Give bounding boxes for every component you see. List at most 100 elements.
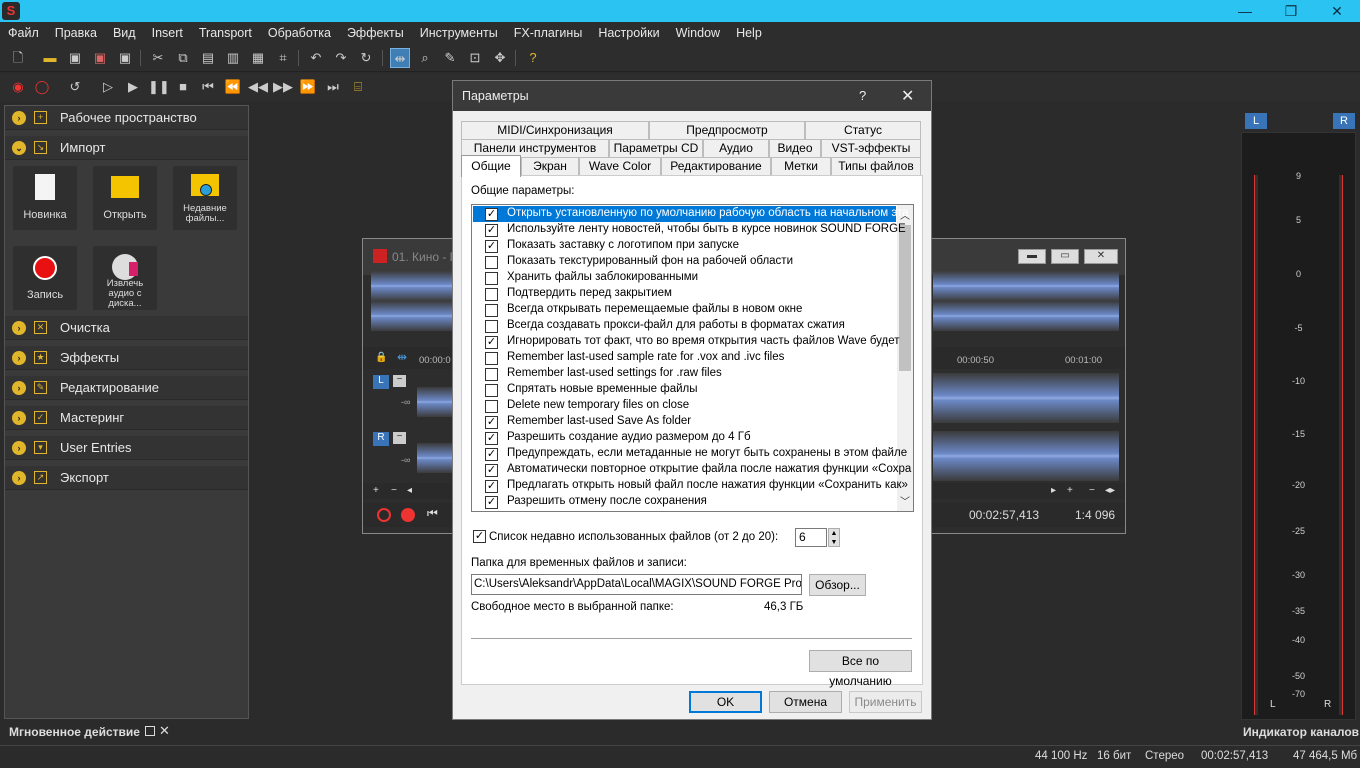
temp-folder-input[interactable]: C:\Users\Aleksandr\AppData\Local\MAGIX\S…: [471, 574, 802, 595]
zoom-in-icon[interactable]: +: [373, 485, 379, 496]
cancel-button[interactable]: Отмена: [769, 691, 842, 713]
instant-action-tab[interactable]: Мгновенное действие ✕: [0, 722, 252, 742]
lock-icon[interactable]: 🔒: [375, 352, 387, 363]
option-checkbox[interactable]: [485, 400, 498, 413]
record-icon[interactable]: ◯: [32, 77, 52, 97]
rewind-icon[interactable]: ◀◀: [248, 77, 268, 97]
cut-icon[interactable]: ✂: [148, 48, 168, 68]
ok-button[interactable]: OK: [689, 691, 762, 713]
option-checkbox[interactable]: [485, 320, 498, 333]
recent-files-count-input[interactable]: 6: [795, 528, 827, 547]
close-icon[interactable]: ✕: [159, 723, 170, 739]
stop-icon[interactable]: ■: [173, 77, 193, 97]
option-checkbox[interactable]: ✓: [485, 224, 498, 237]
scroll-left-icon[interactable]: ◂: [407, 485, 412, 496]
metronome-icon[interactable]: ⌸: [348, 77, 368, 97]
tile-open[interactable]: Открыть: [93, 166, 157, 230]
option-checkbox[interactable]: ✓: [485, 208, 498, 221]
channel-mode[interactable]: Стерео: [1145, 750, 1184, 762]
sample-rate[interactable]: 44 100 Hz: [1035, 750, 1087, 762]
copy-icon[interactable]: ⧉: [173, 48, 193, 68]
menu-help[interactable]: Help: [728, 22, 770, 44]
tab-display[interactable]: Экран: [521, 157, 579, 175]
go-to-end-icon[interactable]: ⏭: [323, 77, 343, 97]
menu-view[interactable]: Вид: [105, 22, 144, 44]
new-file-icon[interactable]: 🗋: [8, 48, 28, 68]
zoom-in-icon[interactable]: +: [1067, 485, 1073, 496]
previous-icon[interactable]: ⏪: [223, 77, 243, 97]
event-tool-icon[interactable]: ✥: [490, 48, 510, 68]
section-editing[interactable]: › ✎ Редактирование: [5, 376, 248, 400]
loop-icon[interactable]: ↺: [65, 77, 85, 97]
minimize-button[interactable]: ▬: [1018, 249, 1046, 264]
option-checkbox[interactable]: ✓: [485, 336, 498, 349]
menu-transport[interactable]: Transport: [191, 22, 260, 44]
option-checkbox[interactable]: ✓: [485, 240, 498, 253]
tile-new[interactable]: Новинка: [13, 166, 77, 230]
apply-button[interactable]: Применить: [849, 691, 922, 713]
tab-preview[interactable]: Предпросмотр: [649, 121, 805, 139]
mix-icon[interactable]: ▥: [223, 48, 243, 68]
channel-r-badge[interactable]: R: [373, 432, 389, 446]
whats-this-icon[interactable]: ?: [523, 48, 543, 68]
play-all-icon[interactable]: ▷: [98, 77, 118, 97]
next-icon[interactable]: ⏩: [298, 77, 318, 97]
option-checkbox[interactable]: [485, 272, 498, 285]
float-icon[interactable]: [145, 726, 155, 736]
waveform-right[interactable]: [417, 443, 453, 473]
option-checkbox[interactable]: [485, 352, 498, 365]
save-all-icon[interactable]: ▣: [115, 48, 135, 68]
minimize-button[interactable]: —: [1222, 0, 1268, 22]
minus-icon[interactable]: −: [393, 375, 406, 387]
section-effects[interactable]: › ★ Эффекты: [5, 346, 248, 370]
option-checkbox[interactable]: ✓: [485, 448, 498, 461]
go-to-start-icon[interactable]: ⏮: [198, 77, 218, 97]
bit-depth[interactable]: 16 бит: [1097, 750, 1131, 762]
section-import[interactable]: ⌄ ↘ Импорт: [5, 136, 248, 160]
zoom-out-icon[interactable]: −: [1089, 485, 1095, 496]
section-workspace[interactable]: › + Рабочее пространство: [5, 106, 248, 130]
envelope-tool-icon[interactable]: ⊡: [465, 48, 485, 68]
waveform-left[interactable]: [417, 387, 453, 417]
section-cleanup[interactable]: › ✕ Очистка: [5, 316, 248, 340]
spin-buttons[interactable]: ▲ ▼: [828, 528, 840, 547]
option-checkbox[interactable]: [485, 384, 498, 397]
menu-fx-plugins[interactable]: FX-плагины: [506, 22, 591, 44]
tab-wave-color[interactable]: Wave Color: [579, 157, 661, 175]
edit-tool-icon[interactable]: ⇹: [390, 48, 410, 68]
scroll-down-icon[interactable]: ﹀: [897, 493, 913, 508]
option-checkbox[interactable]: ✓: [485, 416, 498, 429]
tab-file-types[interactable]: Типы файлов: [831, 157, 921, 175]
pencil-tool-icon[interactable]: ✎: [440, 48, 460, 68]
play-icon[interactable]: ▶: [123, 77, 143, 97]
save-as-icon[interactable]: ▣: [90, 48, 110, 68]
menu-tools[interactable]: Инструменты: [412, 22, 506, 44]
options-list[interactable]: ︿ ﹀ ✓ Открыть установленную по умолчанию …: [471, 204, 914, 512]
option-checkbox[interactable]: [485, 256, 498, 269]
menu-file[interactable]: Файл: [0, 22, 47, 44]
zoom-out-icon[interactable]: −: [391, 485, 397, 496]
close-button[interactable]: ✕: [901, 86, 914, 106]
zoom-fit-icon[interactable]: ◂▸: [1105, 485, 1115, 496]
option-checkbox[interactable]: ✓: [485, 464, 498, 477]
option-checkbox[interactable]: ✓: [485, 432, 498, 445]
browse-button[interactable]: Обзор...: [809, 574, 866, 596]
open-folder-icon[interactable]: ▬: [40, 48, 60, 68]
menu-window[interactable]: Window: [668, 22, 728, 44]
tab-cd-settings[interactable]: Параметры CD: [609, 139, 703, 157]
tile-recent[interactable]: Недавние файлы...: [173, 166, 237, 230]
menu-settings[interactable]: Настройки: [590, 22, 667, 44]
waveform-right[interactable]: [933, 431, 1119, 481]
defaults-button[interactable]: Все по умолчанию: [809, 650, 912, 688]
minus-icon[interactable]: −: [393, 432, 406, 444]
record-icon[interactable]: [377, 508, 391, 522]
forward-icon[interactable]: ▶▶: [273, 77, 293, 97]
crop-icon[interactable]: ⌗: [273, 48, 293, 68]
maximize-button[interactable]: ▭: [1051, 249, 1079, 264]
section-export[interactable]: › ↗ Экспорт: [5, 466, 248, 490]
option-checkbox[interactable]: [485, 304, 498, 317]
redo-icon[interactable]: ↷: [331, 48, 351, 68]
option-checkbox[interactable]: [485, 368, 498, 381]
close-button[interactable]: ✕: [1084, 249, 1118, 264]
tab-audio[interactable]: Аудио: [703, 139, 769, 157]
